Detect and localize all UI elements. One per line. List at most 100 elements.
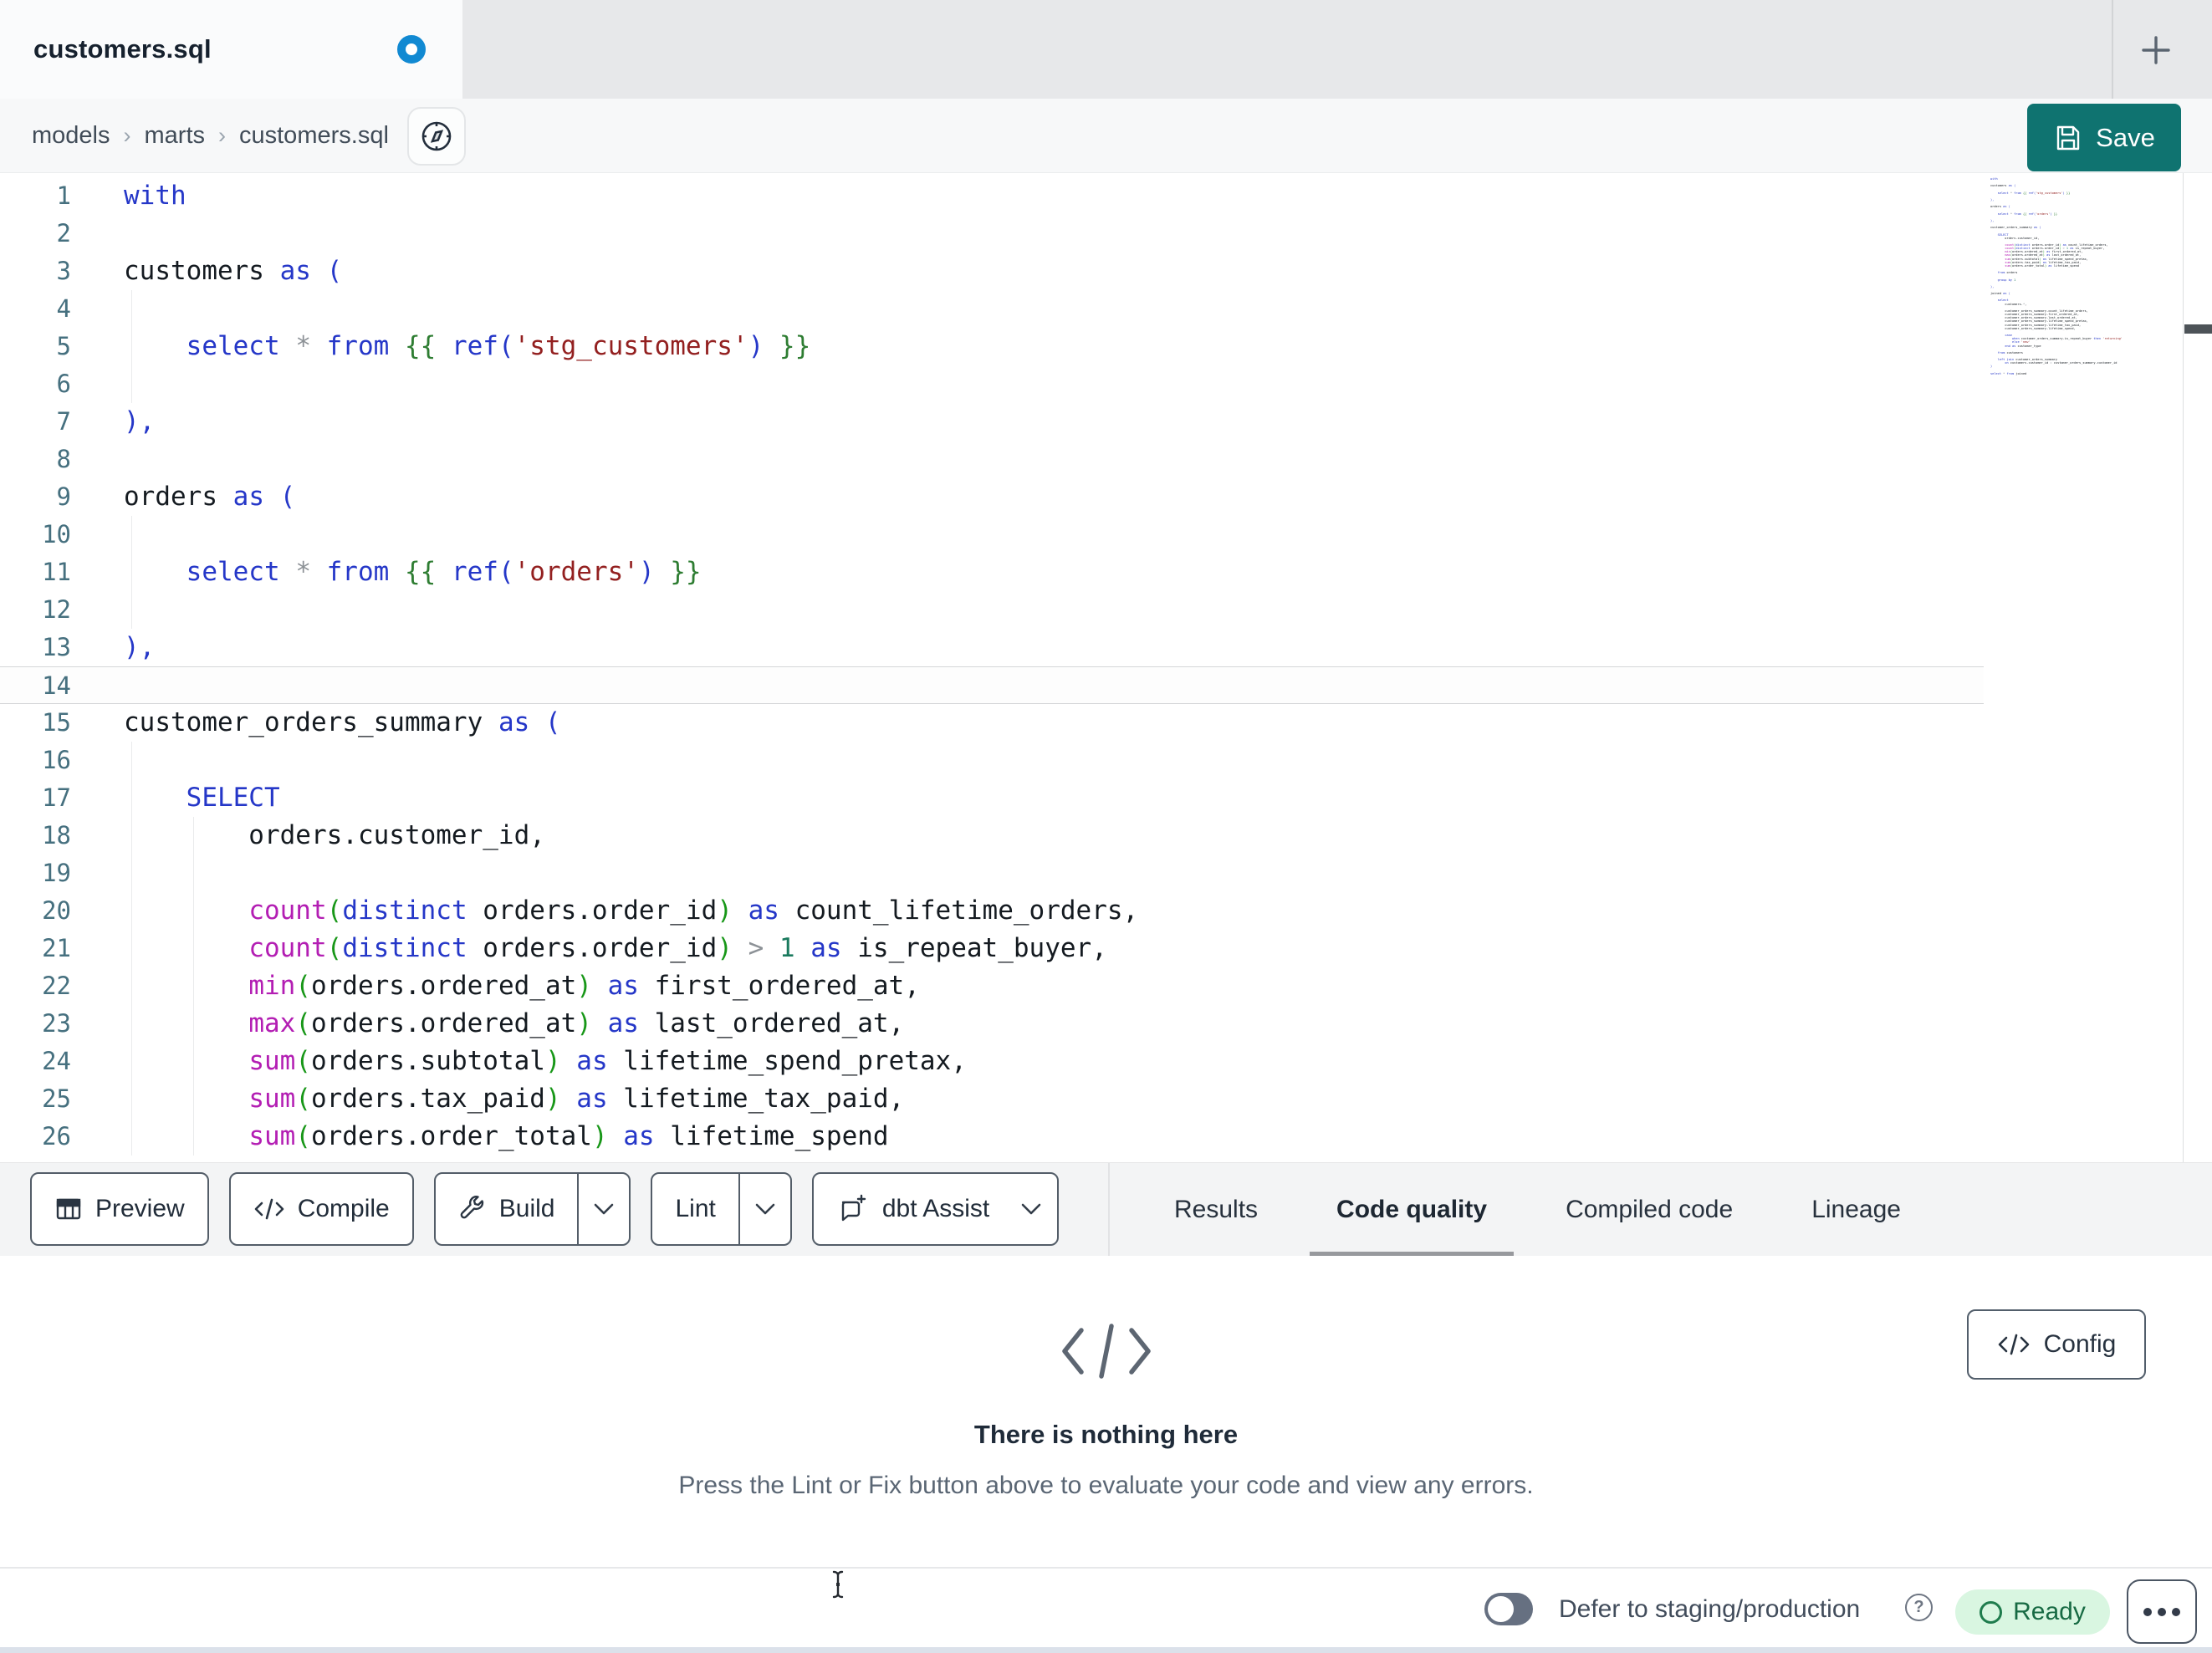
empty-state-subtitle: Press the Lint or Fix button above to ev… — [678, 1472, 1534, 1499]
code-line[interactable]: 17 SELECT — [0, 779, 1984, 817]
code-line[interactable]: 16 — [0, 742, 1984, 779]
line-number: 17 — [42, 783, 71, 812]
line-number: 22 — [42, 972, 71, 1000]
line-number: 20 — [42, 896, 71, 925]
result-panel: There is nothing here Press the Lint or … — [0, 1256, 2212, 1565]
tab-lineage[interactable]: Lineage — [1785, 1163, 1928, 1257]
defer-toggle[interactable] — [1484, 1593, 1533, 1625]
code-line[interactable]: 2 — [0, 215, 1984, 253]
indent-guide — [131, 516, 132, 554]
code-line[interactable]: 9 orders as ( — [0, 478, 1984, 516]
plus-icon — [2137, 31, 2175, 69]
code-line[interactable]: 12 — [0, 591, 1984, 629]
code-line[interactable]: 7), — [0, 403, 1984, 441]
line-number: 5 — [56, 332, 71, 360]
indent-guide — [193, 855, 194, 892]
line-number: 21 — [42, 934, 71, 962]
save-button[interactable]: Save — [2027, 104, 2181, 171]
tab-code-quality[interactable]: Code quality — [1310, 1163, 1515, 1257]
line-number: 12 — [42, 595, 71, 624]
lint-button[interactable]: Lint — [651, 1172, 792, 1246]
table-icon — [54, 1195, 83, 1223]
build-dropdown-chevron[interactable] — [577, 1174, 629, 1244]
indent-guide — [131, 290, 132, 328]
config-button[interactable]: Config — [1967, 1309, 2146, 1380]
result-panel-tabs: Results Code quality Compiled code Linea… — [1147, 1163, 1928, 1257]
code-line[interactable]: 8 — [0, 441, 1984, 478]
breadcrumb-marts[interactable]: marts — [145, 122, 206, 150]
preview-label: Preview — [95, 1195, 185, 1222]
ready-label: Ready — [2013, 1598, 2086, 1625]
editor-scroll-thumb[interactable] — [2184, 324, 2212, 334]
line-number: 16 — [42, 746, 71, 774]
breadcrumb-separator: › — [218, 122, 226, 148]
line-number: 25 — [42, 1084, 71, 1113]
line-number: 7 — [56, 407, 71, 436]
save-icon — [2053, 123, 2083, 153]
tab-customers-sql[interactable]: customers.sql — [0, 0, 462, 99]
compile-label: Compile — [297, 1195, 390, 1222]
code-line[interactable]: 5 select * from {{ ref('stg_customers') … — [0, 328, 1984, 365]
breadcrumb-models[interactable]: models — [32, 122, 110, 150]
code-line[interactable]: 15 customer_orders_summary as ( — [0, 704, 1984, 742]
tab-results[interactable]: Results — [1147, 1163, 1285, 1257]
empty-state-title: There is nothing here — [973, 1420, 1239, 1449]
line-number: 18 — [42, 821, 71, 849]
preview-button[interactable]: Preview — [30, 1172, 209, 1246]
tabbar-separator — [2112, 0, 2113, 99]
code-line[interactable]: 25 sum(orders.tax_paid) as lifetime_tax_… — [0, 1080, 1984, 1118]
code-icon — [1997, 1333, 2031, 1356]
code-lines-area: 1 with 2 3 customers as ( 4 5 select * from {{… — [0, 177, 1984, 1156]
line-number: 4 — [56, 294, 71, 323]
text-cursor-pointer — [830, 1570, 845, 1599]
new-tab-button[interactable] — [2134, 28, 2178, 72]
breadcrumb-separator: › — [123, 122, 131, 148]
tab-compiled-code[interactable]: Compiled code — [1539, 1163, 1760, 1257]
lint-dropdown-chevron[interactable] — [738, 1174, 790, 1244]
code-line[interactable]: 24 sum(orders.subtotal) as lifetime_spen… — [0, 1043, 1984, 1080]
line-number: 1 — [56, 181, 71, 210]
line-number: 13 — [42, 633, 71, 661]
lint-label: Lint — [675, 1195, 716, 1222]
indent-guide — [131, 742, 132, 779]
indent-guide — [131, 855, 132, 892]
code-icon — [1055, 1321, 1157, 1381]
breadcrumb-bar: models › marts › customers.sql Save — [0, 99, 2212, 173]
defer-label: Defer to staging/production — [1559, 1595, 1861, 1623]
line-number: 19 — [42, 859, 71, 887]
action-bar: Preview Compile Build Lint dbt Assist Re… — [0, 1162, 2212, 1257]
code-line[interactable]: 19 — [0, 855, 1984, 892]
line-number: 11 — [42, 558, 71, 586]
code-line[interactable]: 23 max(orders.ordered_at) as last_ordere… — [0, 1005, 1984, 1043]
code-line[interactable]: 20 count(distinct orders.order_id) as co… — [0, 892, 1984, 930]
code-line[interactable]: 22 min(orders.ordered_at) as first_order… — [0, 967, 1984, 1005]
compile-button[interactable]: Compile — [228, 1172, 414, 1246]
code-line[interactable]: 10 — [0, 516, 1984, 554]
editor-scroll-track — [2183, 173, 2184, 1162]
actionbar-divider — [1108, 1163, 1110, 1257]
build-button[interactable]: Build — [433, 1172, 631, 1246]
code-line[interactable]: 1 with — [0, 177, 1984, 215]
status-circle-icon — [1980, 1600, 2003, 1624]
editor-action-buttons: Preview Compile Build Lint dbt Assist — [30, 1172, 1060, 1246]
dbt-assist-button[interactable]: dbt Assist — [811, 1172, 1060, 1246]
locate-in-file-tree-button[interactable] — [407, 107, 466, 166]
wrench-icon — [458, 1195, 487, 1223]
code-line[interactable]: 21 count(distinct orders.order_id) > 1 a… — [0, 930, 1984, 967]
code-line[interactable]: 18 orders.customer_id, — [0, 817, 1984, 855]
help-icon[interactable]: ? — [1905, 1594, 1933, 1621]
line-number: 3 — [56, 257, 71, 285]
breadcrumb-file[interactable]: customers.sql — [239, 122, 389, 150]
dbt-assist-dropdown-chevron[interactable] — [1012, 1174, 1057, 1244]
code-line[interactable]: 26 sum(orders.order_total) as lifetime_s… — [0, 1118, 1984, 1156]
code-line[interactable]: 6 — [0, 365, 1984, 403]
minimap[interactable]: with customers as ( select * from {{ ref… — [1990, 177, 2123, 375]
code-line[interactable]: 13), — [0, 629, 1984, 666]
code-line[interactable]: 3 customers as ( — [0, 253, 1984, 290]
code-line[interactable]: 14 — [0, 666, 1984, 704]
ready-status-badge: Ready — [1955, 1589, 2110, 1635]
code-editor[interactable]: 1 with 2 3 customers as ( 4 5 select * from {{… — [0, 173, 2212, 1162]
code-line[interactable]: 4 — [0, 290, 1984, 328]
more-options-button[interactable] — [2127, 1579, 2197, 1644]
code-line[interactable]: 11 select * from {{ ref('orders') }} — [0, 554, 1984, 591]
